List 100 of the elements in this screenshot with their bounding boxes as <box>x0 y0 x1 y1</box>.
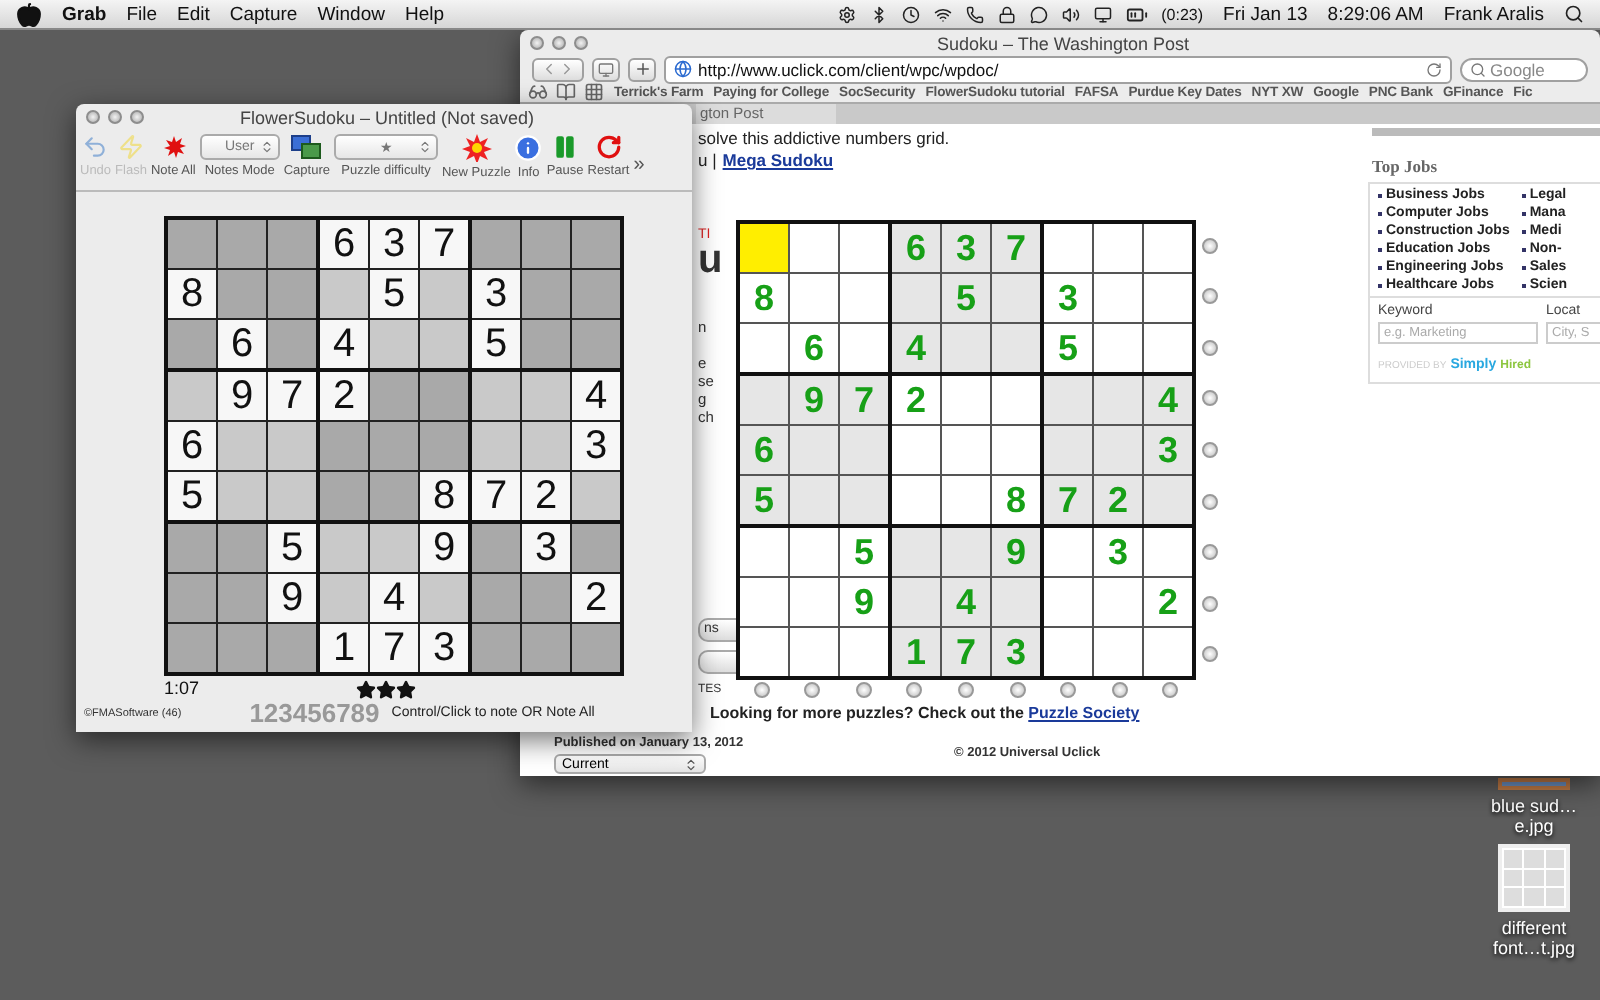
sudoku-cell[interactable] <box>420 574 468 622</box>
sudoku-cell[interactable]: 5 <box>168 472 216 520</box>
zoom-button[interactable] <box>574 36 588 50</box>
radio-button[interactable] <box>1202 288 1218 305</box>
sudoku-cell[interactable] <box>370 372 418 420</box>
sudoku-cell[interactable]: 6 <box>168 422 216 470</box>
radio-button[interactable] <box>1202 237 1218 254</box>
sudoku-cell[interactable]: 5 <box>472 320 520 368</box>
sudoku-cell[interactable] <box>942 528 990 576</box>
phone-icon[interactable] <box>965 5 984 23</box>
sudoku-cell[interactable] <box>572 624 620 672</box>
sudoku-cell[interactable] <box>268 270 316 318</box>
sudoku-cell[interactable]: 9 <box>218 372 266 420</box>
sudoku-cell[interactable] <box>320 422 368 470</box>
sudoku-cell[interactable] <box>1094 376 1142 424</box>
sudoku-cell[interactable]: 7 <box>472 472 520 520</box>
sudoku-cell[interactable] <box>320 270 368 318</box>
wifi-icon[interactable] <box>933 5 952 23</box>
photo-thumbnail[interactable] <box>1498 778 1570 790</box>
sudoku-cell[interactable] <box>472 624 520 672</box>
sudoku-cell[interactable] <box>268 472 316 520</box>
sudoku-cell[interactable] <box>790 628 838 676</box>
mega-sudoku-link[interactable]: Mega Sudoku <box>722 150 834 170</box>
radio-button[interactable] <box>1202 493 1218 509</box>
grid-icon[interactable] <box>584 82 604 102</box>
monitor-icon[interactable] <box>1093 5 1112 23</box>
sudoku-cell[interactable] <box>268 422 316 470</box>
radio-button[interactable] <box>855 682 872 698</box>
search-icon[interactable] <box>1564 4 1584 24</box>
sudoku-cell[interactable] <box>740 324 788 372</box>
sudoku-cell[interactable] <box>218 524 266 572</box>
radio-button[interactable] <box>957 682 974 698</box>
sudoku-cell[interactable]: 8 <box>740 274 788 322</box>
zoom-button[interactable] <box>130 110 144 124</box>
sudoku-cell[interactable] <box>320 472 368 520</box>
sudoku-cell[interactable] <box>992 324 1040 372</box>
clock-icon[interactable] <box>901 5 920 23</box>
radio-button[interactable] <box>804 682 821 698</box>
menu-item[interactable]: Edit <box>177 3 210 25</box>
gear-icon[interactable] <box>837 5 856 23</box>
radio-button[interactable] <box>1111 682 1128 698</box>
sudoku-cell[interactable] <box>218 624 266 672</box>
sudoku-cell[interactable] <box>420 270 468 318</box>
radio-button[interactable] <box>1202 544 1218 561</box>
sudoku-cell[interactable] <box>790 224 838 272</box>
sudoku-cell[interactable]: 3 <box>472 270 520 318</box>
apple-icon[interactable] <box>16 1 42 27</box>
sudoku-cell[interactable] <box>168 524 216 572</box>
sudoku-cell[interactable] <box>1144 324 1192 372</box>
sudoku-cell[interactable]: 3 <box>370 220 418 268</box>
sudoku-cell[interactable] <box>892 578 940 626</box>
sudoku-cell[interactable] <box>168 574 216 622</box>
sudoku-cell[interactable] <box>840 426 888 474</box>
sudoku-cell[interactable] <box>472 524 520 572</box>
glasses-icon[interactable] <box>528 82 548 102</box>
add-bookmark-button[interactable] <box>628 57 656 81</box>
sudoku-cell[interactable] <box>370 524 418 572</box>
speech-bubble-icon[interactable] <box>1029 5 1048 23</box>
sudoku-cell[interactable] <box>522 574 570 622</box>
minimize-button[interactable] <box>552 36 566 50</box>
sudoku-cell[interactable]: 3 <box>572 422 620 470</box>
sudoku-cell[interactable]: 3 <box>522 524 570 572</box>
sudoku-cell[interactable]: 8 <box>420 472 468 520</box>
radio-button[interactable] <box>906 682 923 698</box>
sudoku-cell[interactable] <box>840 628 888 676</box>
sudoku-cell[interactable] <box>840 324 888 372</box>
sudoku-cell[interactable] <box>420 422 468 470</box>
sudoku-cell[interactable] <box>992 376 1040 424</box>
sudoku-cell[interactable] <box>320 574 368 622</box>
sudoku-cell[interactable]: 8 <box>168 270 216 318</box>
sudoku-cell[interactable] <box>790 274 838 322</box>
sudoku-cell[interactable] <box>268 624 316 672</box>
sudoku-cell[interactable]: 6 <box>320 220 368 268</box>
sudoku-cell[interactable]: 2 <box>892 376 940 424</box>
radio-button[interactable] <box>1060 682 1077 698</box>
sudoku-cell[interactable] <box>218 472 266 520</box>
menu-clock[interactable]: 8:29:06 AM <box>1327 3 1424 25</box>
sudoku-cell[interactable] <box>892 476 940 524</box>
sudoku-cell[interactable] <box>472 372 520 420</box>
sudoku-cell[interactable] <box>942 476 990 524</box>
sudoku-cell[interactable] <box>740 376 788 424</box>
file-name[interactable]: different font…t.jpg <box>1482 918 1586 958</box>
sudoku-cell[interactable] <box>790 426 838 474</box>
sudoku-cell[interactable]: 2 <box>1144 578 1192 626</box>
sudoku-cell[interactable] <box>168 624 216 672</box>
sudoku-cell[interactable] <box>992 578 1040 626</box>
sudoku-cell[interactable] <box>1044 376 1092 424</box>
sudoku-cell[interactable]: 5 <box>1044 324 1092 372</box>
sudoku-cell[interactable] <box>572 320 620 368</box>
sudoku-cell[interactable] <box>1144 274 1192 322</box>
sudoku-cell[interactable]: 8 <box>992 476 1040 524</box>
menu-item[interactable]: Help <box>404 3 445 25</box>
sudoku-cell[interactable] <box>942 376 990 424</box>
minimize-button[interactable] <box>108 110 122 124</box>
speaker-icon[interactable] <box>1061 5 1080 23</box>
sudoku-cell[interactable] <box>1144 476 1192 524</box>
sudoku-cell[interactable] <box>522 320 570 368</box>
sudoku-cell[interactable] <box>840 224 888 272</box>
partial-button[interactable] <box>698 650 736 674</box>
menu-item[interactable]: File <box>126 3 157 25</box>
